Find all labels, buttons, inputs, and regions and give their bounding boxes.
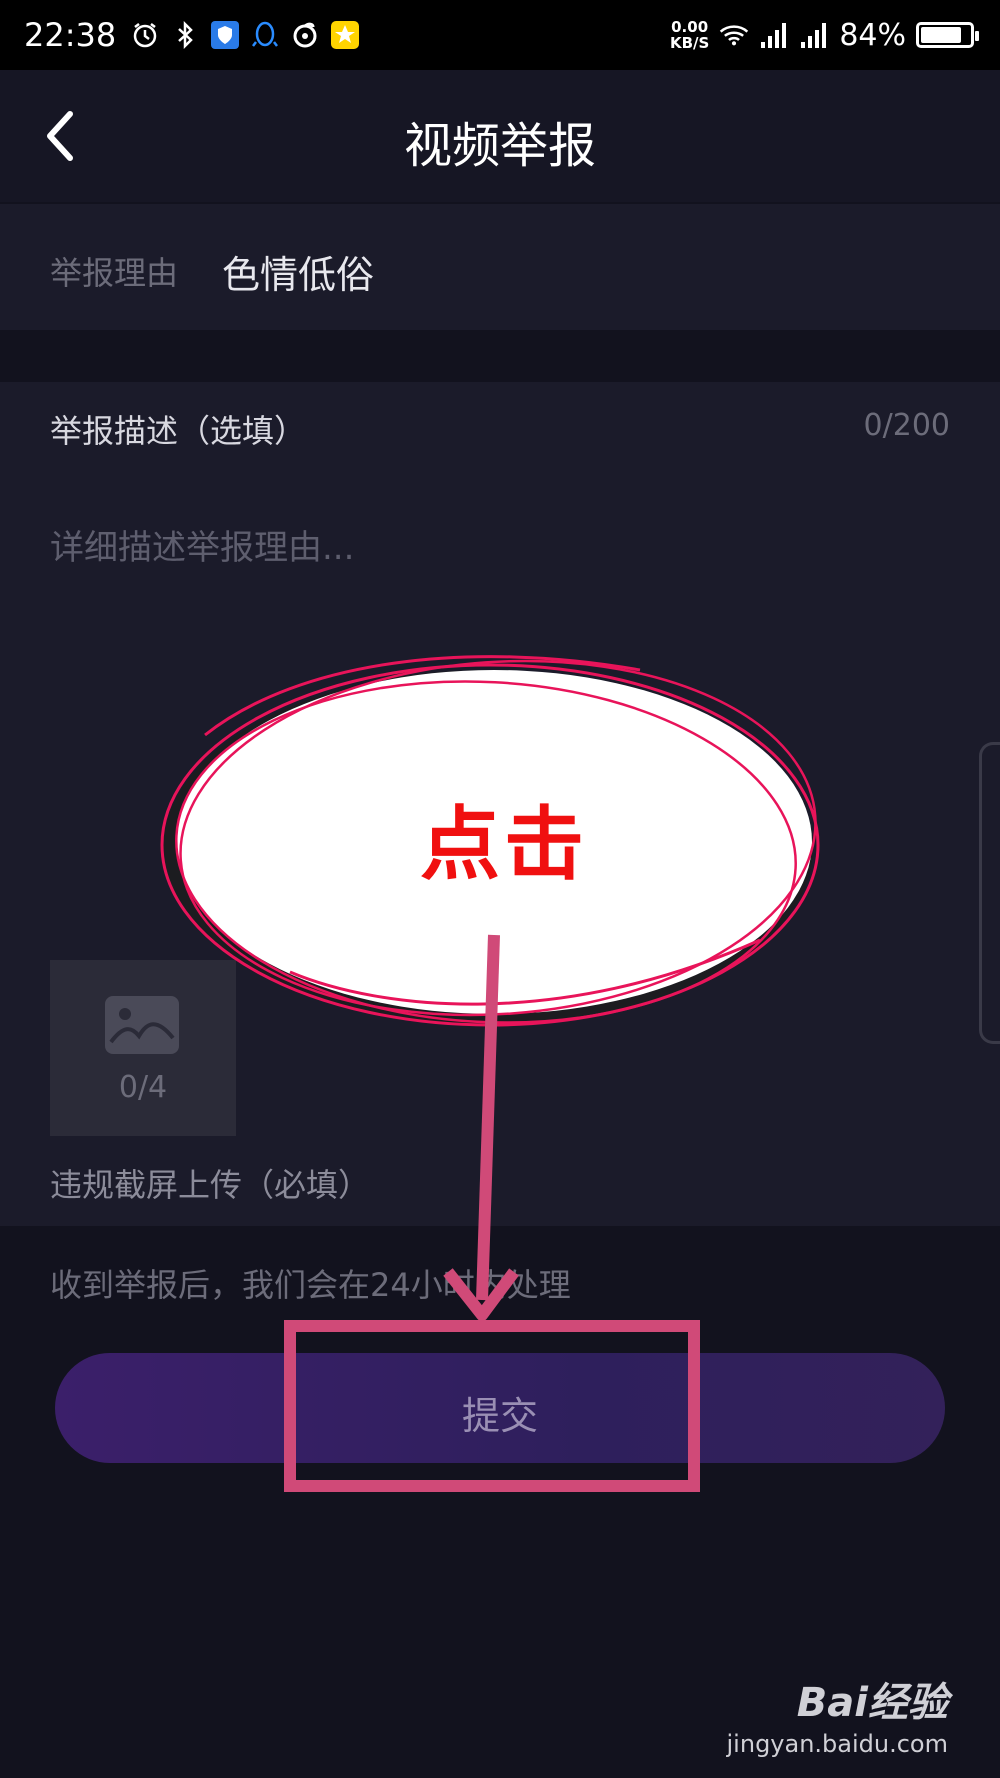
battery-level xyxy=(921,27,961,43)
shield-icon xyxy=(210,20,240,50)
network-speed: 0.00 KB/S xyxy=(670,19,709,51)
screenshot-upload-button[interactable]: 0/4 xyxy=(50,960,236,1136)
report-reason-value: 色情低俗 xyxy=(222,253,375,297)
watermark-brand: Bai经验 xyxy=(796,1680,948,1726)
upload-label: 违规截屏上传（必填） xyxy=(50,1166,371,1204)
side-drawer-handle[interactable] xyxy=(979,742,1000,1044)
report-reason-row[interactable]: 举报理由 色情低俗 xyxy=(0,204,1000,330)
net-speed-unit: KB/S xyxy=(669,34,710,52)
battery-percent: 84% xyxy=(839,17,906,53)
wifi-icon xyxy=(719,20,749,50)
status-icons xyxy=(130,20,360,50)
signal-icon xyxy=(759,20,789,50)
image-icon xyxy=(105,996,179,1054)
description-counter: 0/200 xyxy=(863,408,950,443)
submit-button[interactable]: 提交 xyxy=(55,1353,945,1463)
alarm-icon xyxy=(130,20,160,50)
upload-count: 0/4 xyxy=(118,1070,168,1105)
page-header: 视频举报 xyxy=(0,70,1000,202)
baidu-jingyan-watermark: Bai经验 jingyan.baidu.com xyxy=(727,1670,948,1758)
description-label: 举报描述（选填） xyxy=(50,412,307,450)
battery-icon xyxy=(916,22,979,48)
status-bar: 22:38 0.00 KB/S 84% xyxy=(0,0,1000,70)
annotation-callout-text: 点击 xyxy=(420,798,588,891)
submit-label: 提交 xyxy=(461,1394,538,1438)
bluetooth-icon xyxy=(170,20,200,50)
star-icon xyxy=(330,20,360,50)
description-header: 举报描述（选填） 0/200 xyxy=(0,382,1000,474)
watermark-url: jingyan.baidu.com xyxy=(726,1730,948,1758)
net-speed-value: 0.00 xyxy=(671,18,709,36)
description-placeholder: 详细描述举报理由... xyxy=(50,528,355,568)
page-title: 视频举报 xyxy=(403,118,596,174)
status-right: 0.00 KB/S 84% xyxy=(670,0,979,70)
qq-icon xyxy=(250,20,280,50)
music-icon xyxy=(290,20,320,50)
report-reason-label: 举报理由 xyxy=(50,254,179,292)
status-time: 22:38 xyxy=(24,16,117,54)
processing-note: 收到举报后，我们会在24小时内处理 xyxy=(50,1266,571,1304)
signal-4g-icon xyxy=(799,20,829,50)
